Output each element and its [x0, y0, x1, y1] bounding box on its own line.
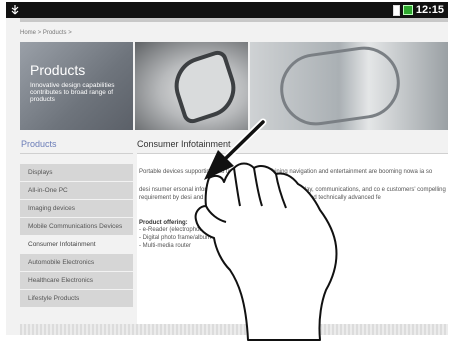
sidebar-item-all-in-one-pc[interactable]: All-in-One PC	[20, 182, 133, 200]
device-photo-secondary	[275, 41, 405, 131]
device-screen: 12:15 Home > Products > Products Innovat…	[0, 0, 452, 345]
offering-item: - Digital photo frame/album	[139, 235, 212, 241]
intro-paragraph: Portable devices supporting info timedia…	[139, 169, 433, 175]
usb-icon	[11, 4, 19, 14]
banner-title: Products	[30, 62, 86, 78]
sidebar-item-mobile-communications[interactable]: Mobile Communications Devices	[20, 218, 133, 236]
products-banner: Products Innovative design capabilities …	[20, 41, 448, 131]
breadcrumb[interactable]: Home > Products >	[20, 30, 72, 36]
sidebar-item-lifestyle-products[interactable]: Lifestyle Products	[20, 290, 133, 308]
sidebar-list: Displays All-in-One PC Imaging devices M…	[20, 164, 133, 308]
offering-list: - e-Reader (electrophoretic display - Di…	[137, 226, 448, 250]
banner-subtitle: Innovative design capabilities contribut…	[30, 82, 115, 103]
sidebar-heading[interactable]: Products	[20, 135, 133, 154]
sidebar-item-displays[interactable]: Displays	[20, 164, 133, 182]
header-strip	[20, 18, 448, 22]
products-sidebar: Products Displays All-in-One PC Imaging …	[20, 135, 133, 335]
clock: 12:15	[415, 4, 444, 16]
main-content: Consumer Infotainment Portable devices s…	[137, 135, 448, 335]
page-title: Consumer Infotainment	[137, 135, 448, 154]
browser-viewport[interactable]: Home > Products > Products Innovative de…	[6, 18, 448, 335]
offering-item: - e-Reader (electrophoretic display	[139, 227, 232, 233]
banner-photo-secondary	[250, 41, 448, 131]
sidebar-item-automobile-electronics[interactable]: Automobile Electronics	[20, 254, 133, 272]
banner-photo	[135, 42, 248, 130]
sidebar-item-imaging-devices[interactable]: Imaging devices	[20, 200, 133, 218]
device-photo	[166, 48, 244, 126]
status-bar: 12:15	[6, 2, 448, 18]
offering-item: - Multi-media router	[139, 243, 192, 249]
signal-icon	[402, 5, 413, 15]
battery-icon	[392, 4, 400, 16]
banner-text-panel: Products Innovative design capabilities …	[20, 42, 133, 130]
sidebar-item-consumer-infotainment[interactable]: Consumer Infotainment	[20, 236, 133, 254]
description-paragraph: desi nsumer ersonal infor by leveraging …	[139, 187, 446, 201]
sidebar-item-healthcare-electronics[interactable]: Healthcare Electronics	[20, 272, 133, 290]
footer-strip	[20, 324, 448, 335]
